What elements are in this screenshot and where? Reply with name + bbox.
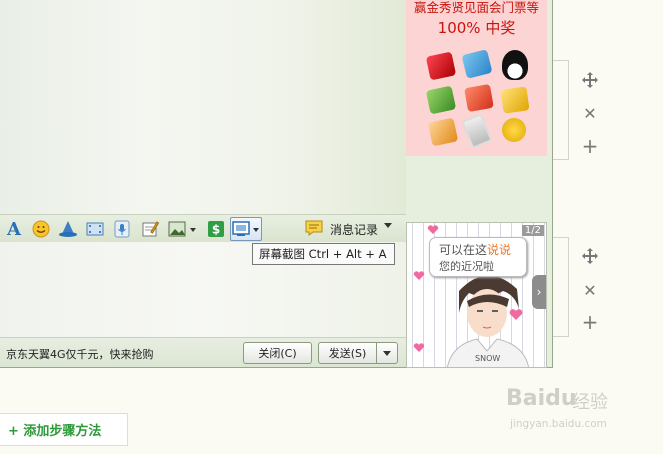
svg-text:$: $ (212, 223, 220, 237)
send-options-button[interactable] (376, 342, 398, 364)
baidu-watermark: Baidu 经验 jingyan.baidu.com (506, 378, 656, 442)
bubble-highlight: 说说 (487, 243, 512, 257)
yellow-ticket-icon (500, 86, 530, 114)
font-icon[interactable]: A (4, 219, 24, 240)
prize-tag-icon (425, 51, 457, 81)
input-toolbar: A $ 消息记录 (0, 214, 406, 242)
close-icon[interactable]: ✕ (580, 103, 600, 123)
heart-icon (413, 343, 425, 352)
bubble-line2: 您的近况啦 (439, 260, 494, 273)
screenshot-tooltip: 屏幕截图 Ctrl + Alt + A (252, 243, 395, 265)
close-button[interactable]: 关闭(C) (243, 342, 312, 364)
video-icon[interactable] (85, 219, 105, 239)
ad-headline: 赢金秀贤见面会门票等 (413, 0, 539, 15)
step-panel-1 (553, 60, 569, 160)
chevron-down-icon[interactable] (384, 223, 392, 228)
gold-coin-icon (502, 118, 526, 142)
phone-icon (461, 112, 493, 150)
add-icon[interactable]: + (580, 310, 600, 334)
send-button[interactable]: 发送(S) (318, 342, 376, 364)
magic-expression-icon[interactable] (58, 219, 78, 239)
watermark-brand: Baidu (506, 386, 577, 411)
next-arrow-button[interactable]: › (532, 275, 546, 309)
emoji-icon[interactable] (31, 219, 51, 239)
speech-bubble[interactable]: 可以在这说说 您的近况啦 (429, 237, 527, 277)
move-icon[interactable] (580, 70, 600, 90)
watermark-brand-cn: 经验 (572, 392, 608, 413)
ad-banner[interactable]: 赢金秀贤见面会门票等 100% 中奖 (406, 0, 547, 156)
send-file-icon[interactable]: $ (206, 219, 226, 239)
message-history-area[interactable] (0, 0, 406, 214)
message-record-label[interactable]: 消息记录 (330, 221, 378, 238)
image-icon[interactable] (168, 219, 198, 239)
orange-ticket-icon (427, 117, 459, 147)
qq-show-panel[interactable]: 1/2 SNOW 可以在这说说 您的近况啦 › (406, 222, 547, 368)
ad-subheadline: 100% 中奖 (437, 19, 516, 37)
voice-icon[interactable] (112, 219, 132, 239)
avatar-figure: SNOW (446, 275, 530, 367)
close-icon[interactable]: ✕ (580, 280, 600, 300)
step-panel-2 (553, 237, 569, 337)
chevron-down-icon (383, 350, 391, 356)
move-icon[interactable] (580, 246, 600, 266)
bottom-bar: 京东天翼4G仅千元，快来抢购 关闭(C) 发送(S) (0, 337, 406, 367)
screenshot-button[interactable] (230, 217, 262, 241)
add-icon[interactable]: + (580, 134, 600, 158)
heart-icon (427, 225, 439, 234)
qq-penguin-icon (502, 50, 528, 80)
red-ticket-icon (464, 83, 494, 113)
heart-icon (413, 271, 425, 280)
bubble-prefix: 可以在这 (439, 243, 488, 257)
message-record-icon[interactable] (305, 220, 323, 238)
ticket-icon (461, 49, 493, 79)
watermark-url: jingyan.baidu.com (510, 418, 607, 430)
green-ticket-icon (425, 85, 457, 115)
page-indicator: 1/2 (521, 225, 544, 236)
note-icon[interactable] (140, 219, 160, 239)
svg-text:SNOW: SNOW (475, 354, 500, 363)
add-step-button[interactable]: + 添加步骤方法 (0, 413, 128, 446)
promo-link[interactable]: 京东天翼4G仅千元，快来抢购 (6, 346, 154, 362)
